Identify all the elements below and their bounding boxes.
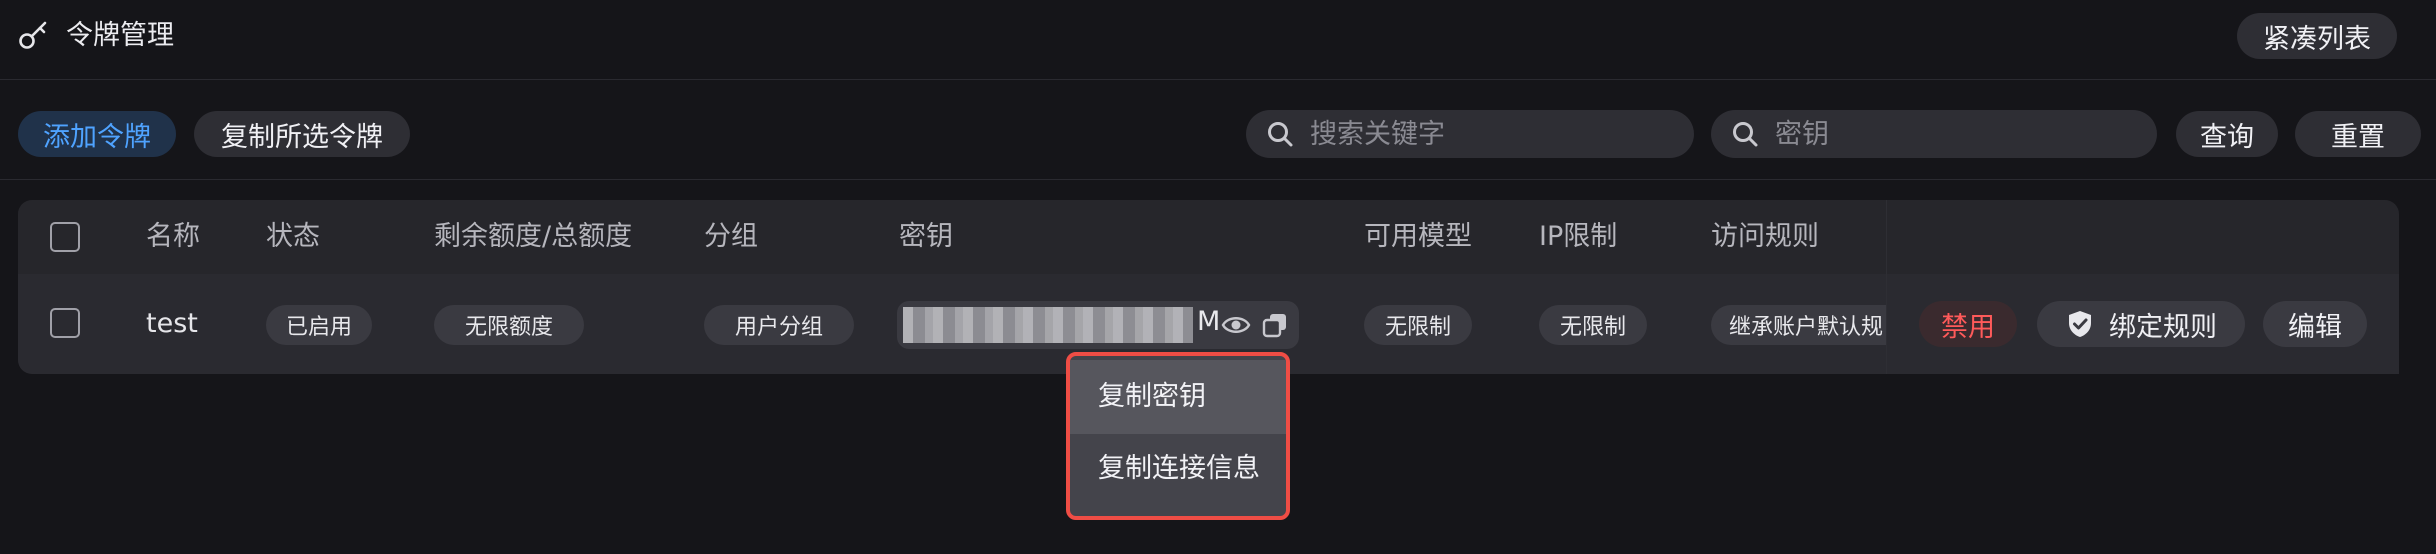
add-token-button[interactable]: 添加令牌 <box>18 111 176 157</box>
key-icon <box>19 21 47 49</box>
key-masked-value <box>903 307 1193 343</box>
column-header-access-rule: 访问规则 <box>1711 221 1819 252</box>
disable-button[interactable]: 禁用 <box>1919 301 2017 347</box>
menu-item-copy-key[interactable]: 复制密钥 <box>1070 360 1286 434</box>
keyword-search-box[interactable] <box>1246 110 1694 158</box>
quota-badge: 无限额度 <box>434 305 584 345</box>
column-header-group: 分组 <box>704 221 758 252</box>
models-badge: 无限制 <box>1364 305 1472 345</box>
eye-icon[interactable] <box>1221 311 1251 339</box>
page-title: 令牌管理 <box>66 20 174 51</box>
token-name: test <box>146 308 198 339</box>
menu-item-copy-connection-info[interactable]: 复制连接信息 <box>1070 432 1286 506</box>
column-header-ip-limit: IP限制 <box>1539 221 1618 252</box>
bind-rules-label: 绑定规则 <box>2109 311 2217 343</box>
edit-button[interactable]: 编辑 <box>2263 301 2367 347</box>
row-actions-column: 禁用 绑定规则 编辑 <box>1886 200 2399 374</box>
column-header-key: 密钥 <box>899 221 953 252</box>
status-badge: 已启用 <box>266 305 372 345</box>
column-header-status: 状态 <box>266 221 320 252</box>
ip-limit-badge: 无限制 <box>1539 305 1647 345</box>
reset-button[interactable]: 重置 <box>2295 111 2421 157</box>
key-suffix: M <box>1197 306 1221 337</box>
shield-check-icon <box>2069 311 2091 337</box>
key-search-box[interactable] <box>1711 110 2157 158</box>
column-header-quota: 剩余额度/总额度 <box>434 221 633 252</box>
table-row: test 已启用 无限额度 用户分组 M 无限制 无限制 继承账户默认规 <box>18 274 1914 374</box>
group-badge: 用户分组 <box>704 305 854 345</box>
column-header-name: 名称 <box>146 221 200 252</box>
copy-selected-tokens-button[interactable]: 复制所选令牌 <box>194 111 410 157</box>
copy-icon[interactable] <box>1261 311 1289 339</box>
key-search-input[interactable] <box>1775 118 2075 150</box>
select-all-checkbox[interactable] <box>50 222 80 252</box>
page-header: 令牌管理 紧凑列表 <box>0 0 2436 80</box>
query-button[interactable]: 查询 <box>2176 111 2278 157</box>
actions-header <box>1887 200 2399 274</box>
compact-list-button[interactable]: 紧凑列表 <box>2237 13 2397 59</box>
row-actions: 禁用 绑定规则 编辑 <box>1887 274 2399 374</box>
search-icon <box>1733 122 1758 147</box>
keyword-search-input[interactable] <box>1310 118 1610 150</box>
toolbar: 添加令牌 复制所选令牌 查询 重置 <box>0 80 2436 180</box>
copy-dropdown-menu: 复制密钥 复制连接信息 <box>1066 352 1290 520</box>
search-icon <box>1268 122 1293 147</box>
bind-rules-button[interactable]: 绑定规则 <box>2037 301 2245 347</box>
row-checkbox[interactable] <box>50 308 80 338</box>
key-field: M <box>897 301 1299 349</box>
access-rule-badge: 继承账户默认规 <box>1711 305 1911 345</box>
column-header-models: 可用模型 <box>1364 221 1472 252</box>
